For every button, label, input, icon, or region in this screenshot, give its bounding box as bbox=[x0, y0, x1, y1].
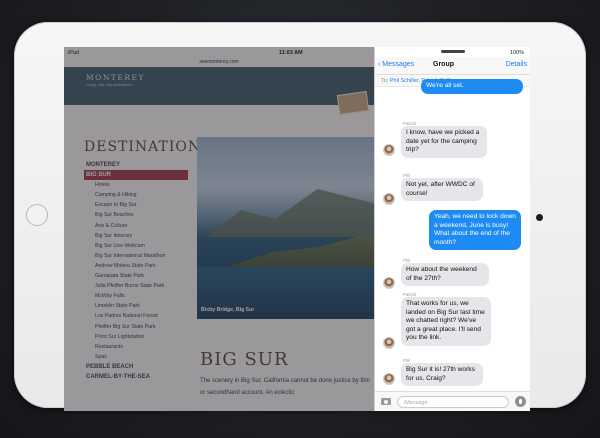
avatar[interactable] bbox=[383, 337, 395, 349]
sidebar-item-hotels[interactable]: Hotels bbox=[84, 180, 188, 190]
message-bubble-outgoing[interactable]: Yeah, we need to lock down a weekend, Ju… bbox=[429, 210, 521, 251]
message-thread[interactable]: We're all set. Patrick Coffman I know, h… bbox=[375, 79, 530, 391]
sidebar-item-pfeiffer-big-sur-state-park[interactable]: Pfeiffer Big Sur State Park bbox=[84, 322, 188, 332]
page-title: BIG SUR bbox=[200, 349, 289, 370]
sidebar-item-spas[interactable]: Spas bbox=[84, 352, 188, 362]
message-bubble-incoming[interactable]: I know, have we picked a date yet for th… bbox=[401, 126, 487, 158]
sidebar-item-big-sur[interactable]: BIG SUR bbox=[84, 170, 188, 181]
message-bubble-incoming[interactable]: Not yet, after WWDC of course! bbox=[401, 178, 483, 202]
sidebar-item-pebble-beach[interactable]: PEBBLE BEACH bbox=[84, 362, 188, 372]
status-bar: iPad 11:03 AM 100% bbox=[64, 47, 530, 59]
home-button[interactable] bbox=[26, 204, 48, 226]
sidebar-item-big-sur-live-webcam[interactable]: Big Sur Live Webcam bbox=[84, 241, 188, 251]
sidebar-item-julia-pfeiffer-burns-state-park[interactable]: Julia Pfeiffer Burns State Park bbox=[84, 281, 188, 291]
message-bubble-outgoing[interactable]: We're all set. bbox=[421, 79, 523, 94]
carrier-label: iPad bbox=[68, 50, 80, 56]
hero-image: Bixby Bridge, Big Sur bbox=[197, 137, 374, 319]
back-button[interactable]: ‹ Messages bbox=[378, 61, 414, 68]
sidebar-item-limekiln-state-park[interactable]: Limekiln State Park bbox=[84, 301, 188, 311]
sidebar-item-carmel-by-the-sea[interactable]: CARMEL-BY-THE-SEA bbox=[84, 372, 188, 382]
avatar[interactable] bbox=[383, 193, 395, 205]
sidebar-item-escape-to-big-sur[interactable]: Escape to Big Sur bbox=[84, 200, 188, 210]
sidebar-item-point-sur-lightstation[interactable]: Point Sur Lightstation bbox=[84, 332, 188, 342]
avatar[interactable] bbox=[383, 277, 395, 289]
mountain-shape bbox=[207, 189, 374, 237]
battery-indicator: 100% bbox=[509, 50, 524, 56]
message-bubble-incoming[interactable]: Big Sur it is! 27th works for us. Craig? bbox=[401, 363, 483, 387]
avatar[interactable] bbox=[383, 373, 395, 385]
sidebar-item-big-sur-international-marathon[interactable]: Big Sur International Marathon bbox=[84, 251, 188, 261]
camera-icon[interactable] bbox=[381, 398, 391, 405]
ipad-screen: iPad 11:03 AM 100% seemonterey.com MONTE… bbox=[64, 47, 530, 411]
postcard-stamp-image bbox=[336, 91, 370, 115]
details-button[interactable]: Details bbox=[506, 61, 527, 68]
messages-nav-bar: ‹ Messages Group Details bbox=[375, 57, 530, 75]
site-logo[interactable]: MONTEREY bbox=[86, 73, 145, 82]
back-button-label: Messages bbox=[382, 61, 415, 68]
microphone-icon[interactable] bbox=[515, 396, 526, 407]
ipad-frame: iPad 11:03 AM 100% seemonterey.com MONTE… bbox=[14, 22, 586, 411]
message-input[interactable]: iMessage bbox=[397, 396, 509, 408]
site-tagline: county. visit. new destinations. bbox=[86, 83, 134, 87]
compose-bar: iMessage bbox=[375, 391, 530, 411]
sidebar-item-camping-hiking[interactable]: Camping & Hiking bbox=[84, 190, 188, 200]
sidebar-item-andrew-molera-state-park[interactable]: Andrew Molera State Park bbox=[84, 261, 188, 271]
messages-pane[interactable]: ‹ Messages Group Details To: Phil Schill… bbox=[374, 47, 530, 411]
sidebar-item-restaurants[interactable]: Restaurants bbox=[84, 342, 188, 352]
avatar[interactable] bbox=[383, 144, 395, 156]
sidebar-item-mcway-falls[interactable]: McWay Falls bbox=[84, 291, 188, 301]
sidebar-item-los-padres-national-forest[interactable]: Los Padres National Forest bbox=[84, 311, 188, 321]
message-bubble-incoming[interactable]: That works for us, we landed on Big Sur … bbox=[401, 297, 491, 346]
sidebar-item-big-sur-itinerary[interactable]: Big Sur Itinerary bbox=[84, 231, 188, 241]
safari-pane[interactable]: seemonterey.com MONTEREY county. visit. … bbox=[64, 47, 374, 411]
conversation-title: Group bbox=[433, 61, 454, 68]
hero-caption: Bixby Bridge, Big Sur bbox=[201, 307, 255, 313]
sidebar-heading: DESTINATIONS bbox=[84, 139, 212, 155]
sidebar-item-arts-culture[interactable]: Arts & Culture bbox=[84, 221, 188, 231]
sidebar-item-monterey[interactable]: MONTEREY bbox=[84, 160, 188, 170]
destinations-nav: MONTEREY BIG SUR Hotels Camping & Hiking Esc… bbox=[84, 160, 188, 382]
front-camera bbox=[536, 214, 543, 221]
sidebar-item-garrapata-state-park[interactable]: Garrapata State Park bbox=[84, 271, 188, 281]
status-time: 11:03 AM bbox=[279, 50, 303, 56]
body-text: The scenery in Big Sur, California canno… bbox=[200, 378, 370, 396]
to-label: To: bbox=[381, 78, 389, 84]
message-bubble-incoming[interactable]: How about the weekend of the 27th? bbox=[401, 263, 489, 287]
sidebar-item-big-sur-beaches[interactable]: Big Sur Beaches bbox=[84, 210, 188, 220]
